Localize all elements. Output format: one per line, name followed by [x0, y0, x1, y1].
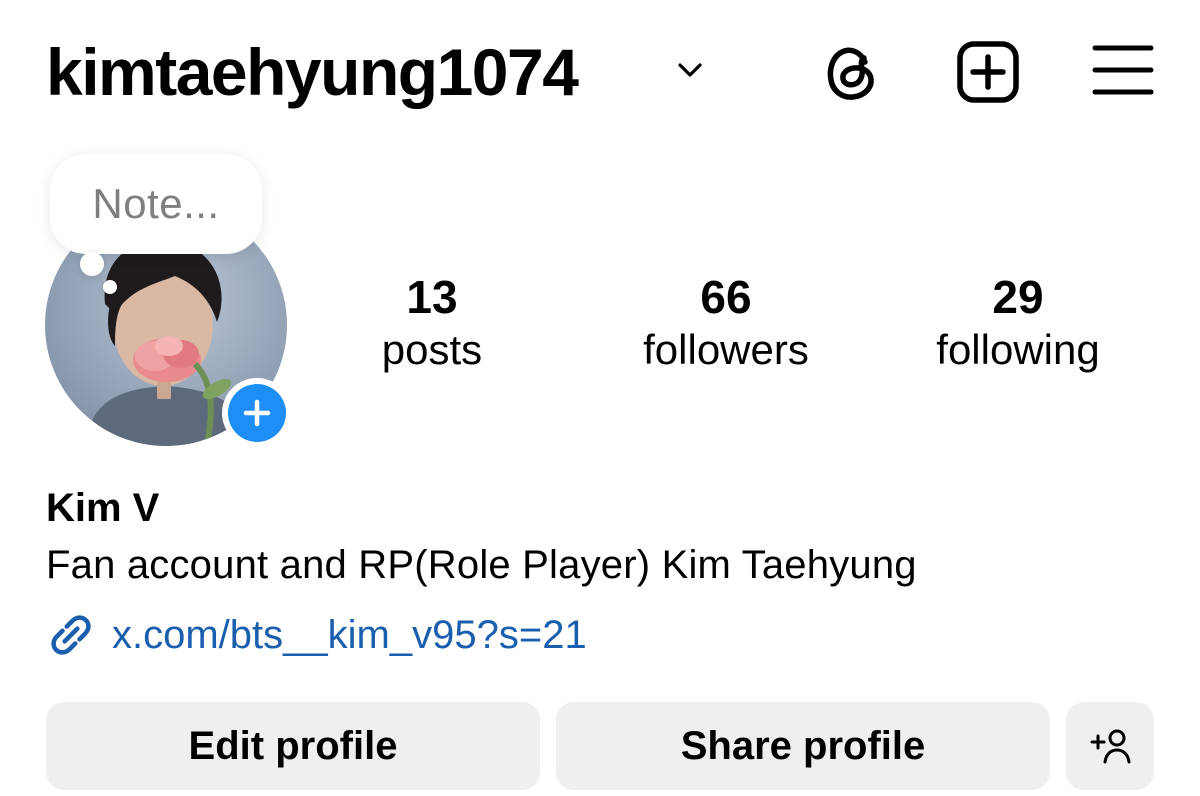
add-story-badge: [228, 384, 286, 442]
share-profile-button[interactable]: Share profile: [556, 702, 1050, 790]
bio-text: Fan account and RP(Role Player) Kim Taeh…: [46, 543, 917, 587]
display-name: Kim V: [46, 486, 160, 530]
chevron-down-icon[interactable]: [676, 60, 704, 80]
bio-link-row[interactable]: x.com/bts__kim_v95?s=21: [46, 610, 587, 660]
link-icon: [51, 615, 91, 655]
menu-icon[interactable]: [1092, 42, 1154, 98]
add-person-icon: [1090, 729, 1131, 764]
posts-label: posts: [381, 326, 483, 373]
plus-icon: [243, 399, 271, 427]
stat-followers[interactable]: 66 followers: [616, 272, 836, 378]
note-bubble-tail-small: [103, 280, 117, 294]
followers-label: followers: [643, 326, 809, 373]
edit-profile-button[interactable]: Edit profile: [46, 702, 540, 790]
new-post-icon[interactable]: [956, 40, 1020, 104]
stat-posts[interactable]: 13 posts: [352, 272, 512, 378]
posts-count: 13: [406, 271, 458, 323]
threads-icon[interactable]: [820, 40, 884, 104]
note-bubble-tail: [80, 252, 104, 276]
followers-count: 66: [700, 271, 752, 323]
stat-following[interactable]: 29 following: [908, 272, 1128, 378]
following-label: following: [936, 326, 1100, 373]
add-story-button[interactable]: [222, 378, 292, 448]
bio-link[interactable]: x.com/bts__kim_v95?s=21: [112, 610, 587, 660]
discover-people-button[interactable]: [1066, 702, 1154, 790]
username-title[interactable]: kimtaehyung1074: [46, 36, 579, 108]
note-placeholder: Note...: [92, 180, 220, 227]
profile-page: kimtaehyung1074 Note... 13 posts 66 foll…: [0, 0, 1200, 796]
note-bubble[interactable]: Note...: [50, 154, 262, 254]
following-count: 29: [992, 271, 1044, 323]
